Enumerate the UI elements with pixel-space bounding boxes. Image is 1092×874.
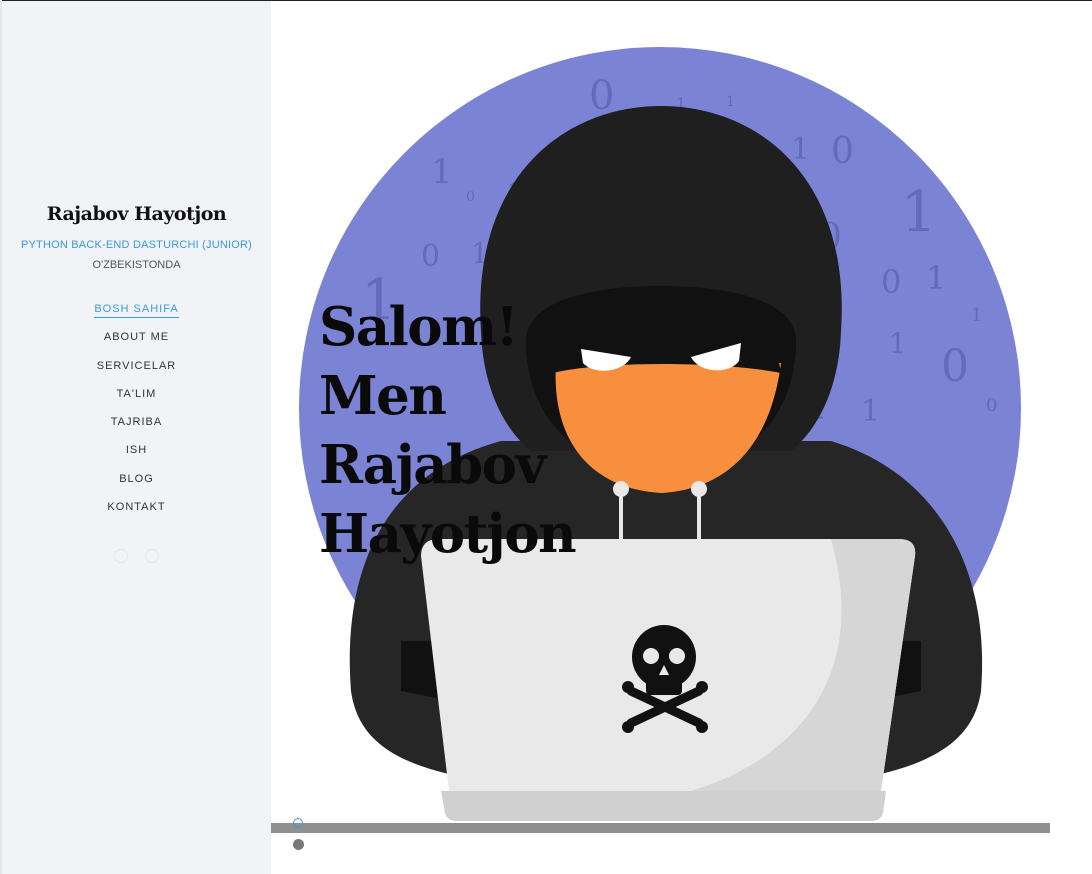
svg-text:0: 0 (421, 239, 440, 274)
laptop-base (441, 791, 886, 821)
social-icon-1[interactable] (114, 549, 129, 563)
nav-item-kontakt[interactable]: KONTAKT (107, 501, 165, 515)
hero-line-1: Salom! (319, 296, 519, 358)
nav-item-bosh-sahifa[interactable]: BOSH SAHIFA (94, 303, 179, 318)
slider-dot-1[interactable] (293, 818, 303, 828)
hero-heading: Salom! Men Rajabov Hayotjon (319, 293, 579, 569)
hero-line-4: Hayotjon (319, 503, 577, 565)
svg-text:1: 1 (971, 305, 982, 326)
nav-item-servicelar[interactable]: SERVICELAR (97, 360, 177, 374)
svg-text:1: 1 (726, 94, 735, 110)
main-nav: BOSH SAHIFA ABOUT ME SERVICELAR TA'LIM T… (2, 299, 271, 525)
hero-line-2: Men (319, 365, 447, 427)
nav-item-tajriba[interactable]: TAJRIBA (111, 416, 162, 430)
nav-item-talim[interactable]: TA'LIM (117, 388, 157, 402)
site-title[interactable]: Rajabov Hayotjon (2, 203, 271, 225)
hero-line-3: Rajabov (319, 434, 546, 496)
job-title: PYTHON BACK-END DASTURCHI (JUNIOR) (20, 239, 253, 251)
svg-text:0: 0 (881, 263, 901, 301)
svg-text:1: 1 (791, 132, 810, 167)
svg-text:1: 1 (431, 152, 453, 192)
hero-slide: 0 1 1 0 1 1 1 0 1 0 0 1 0 1 1 1 1 1 0 1 … (271, 1, 1050, 833)
nav-item-about-me[interactable]: ABOUT ME (104, 331, 169, 345)
svg-text:1: 1 (889, 327, 907, 360)
social-icon-2[interactable] (144, 549, 159, 563)
svg-text:0: 0 (589, 73, 614, 119)
svg-text:1: 1 (861, 394, 880, 429)
svg-text:0: 0 (986, 395, 997, 416)
location-label: O'ZBEKISTONDA (92, 259, 181, 271)
svg-text:0: 0 (831, 131, 854, 172)
nav-item-ish[interactable]: ISH (126, 444, 147, 458)
svg-text:0: 0 (941, 341, 969, 392)
nav-item-blog[interactable]: BLOG (119, 473, 154, 487)
slider-bar (271, 823, 1050, 833)
svg-text:1: 1 (926, 259, 946, 297)
sidebar: Rajabov Hayotjon PYTHON BACK-END DASTURC… (2, 1, 271, 874)
social-links (2, 549, 271, 568)
svg-text:1: 1 (901, 180, 937, 245)
slider-dot-2[interactable] (293, 839, 304, 850)
svg-text:0: 0 (466, 189, 475, 205)
